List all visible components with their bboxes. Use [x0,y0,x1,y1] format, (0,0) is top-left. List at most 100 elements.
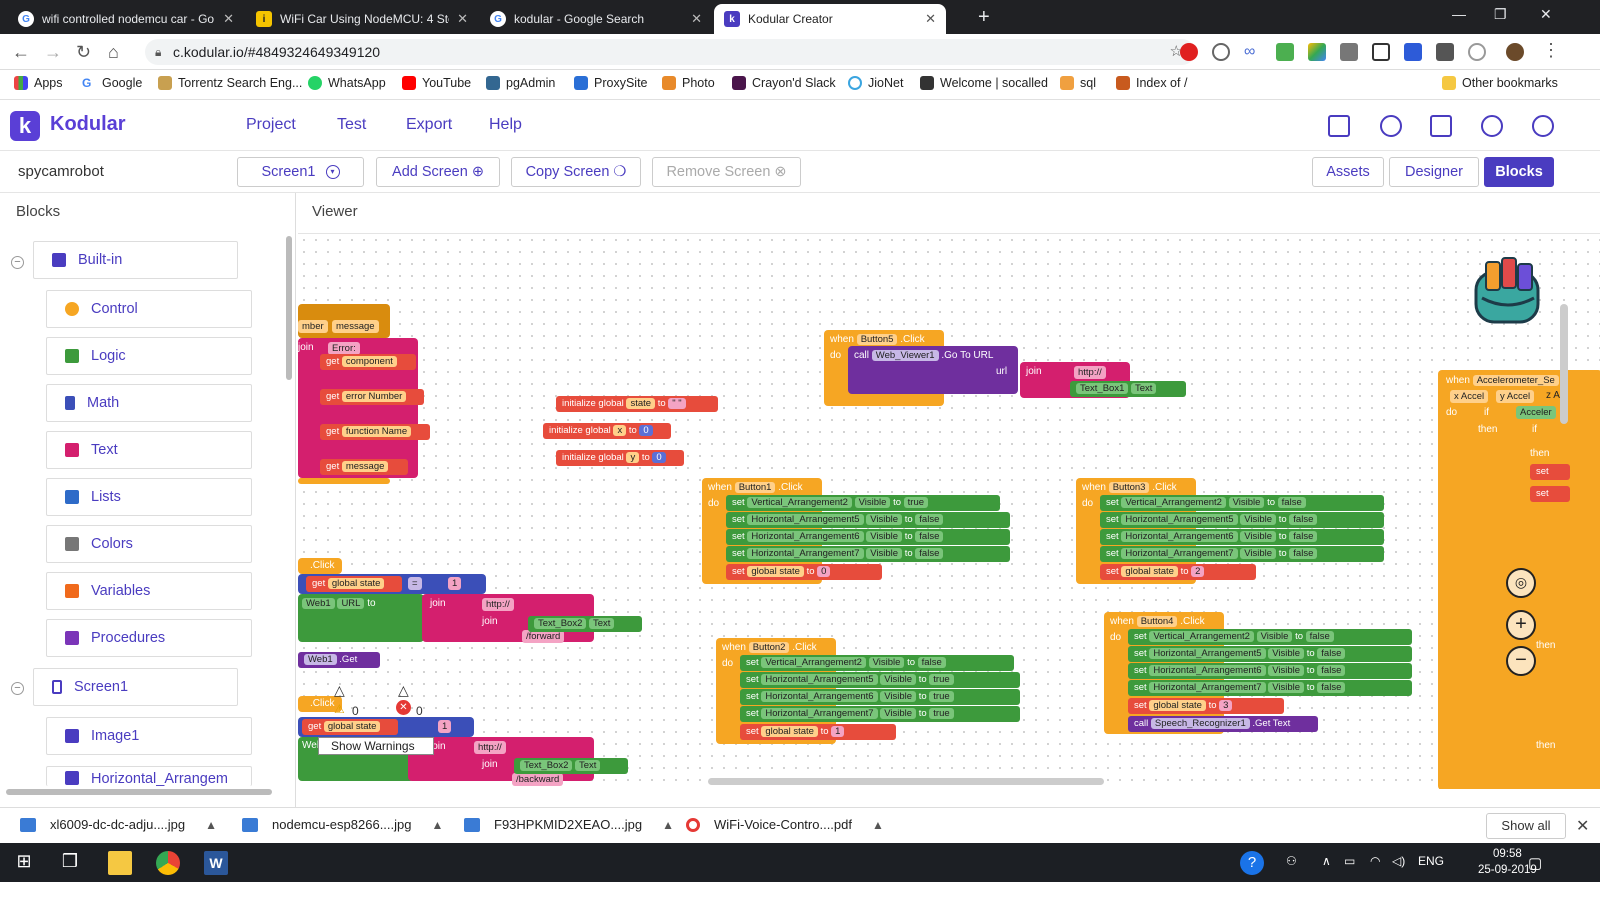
download-item[interactable]: nodemcu-esp8266....jpg ▲ [242,817,443,832]
extension-icon[interactable] [1404,43,1422,61]
people-icon[interactable]: ⚇ [1286,854,1297,868]
tree-lists[interactable]: Lists [46,478,252,516]
text-block[interactable] [326,372,362,388]
init-global-x-block[interactable]: initialize global x to 0 [543,423,671,439]
menu-help[interactable]: Help [489,116,522,134]
panel-vertical-scrollbar[interactable] [286,236,292,380]
other-bookmarks[interactable]: Other bookmarks [1442,76,1558,90]
set-visible-block[interactable]: set Horizontal_Arrangement5 Visible to f… [726,512,1010,528]
chevron-up-icon[interactable]: ∧ [1322,854,1331,868]
get-component-block[interactable]: get component [320,354,416,370]
download-item[interactable]: xl6009-dc-dc-adju....jpg ▲ [20,817,217,832]
set-web1-url-block[interactable]: Web1 URL to [298,594,424,642]
bookmark-pgadmin[interactable]: pgAdmin [486,76,555,90]
bookmark-apps[interactable]: Apps [14,76,63,90]
extension-icon[interactable] [1212,43,1230,61]
bookmark-jionet[interactable]: JioNet [848,76,903,90]
tree-horizontal-arrangement[interactable]: Horizontal_Arrangem [46,766,252,786]
tab-google-search-nodemcu[interactable]: G wifi controlled nodemcu car - Go ✕ [8,4,244,34]
set-visible-block[interactable]: set Vertical_Arrangement2 Visible to fal… [1128,629,1412,645]
bookmark-whatsapp[interactable]: WhatsApp [308,76,386,90]
tree-image1[interactable]: Image1 [46,717,252,755]
designer-button[interactable]: Designer [1389,157,1479,187]
textbox2-text-block[interactable]: Text_Box2 Text [528,616,642,632]
notifications-icon[interactable]: ▢ [1528,854,1542,872]
home-icon[interactable]: ⌂ [108,42,119,63]
url-bar[interactable]: 🔒︎ c.kodular.io/#4849324649349120 ☆ [145,39,1195,65]
set-global-state-block[interactable]: set global state to 3 [1128,698,1284,714]
set-visible-block[interactable]: set Vertical_Arrangement2 Visible to tru… [726,495,1000,511]
get-message-block[interactable]: get message [320,459,408,475]
avatar[interactable] [1506,43,1524,61]
backpack-icon[interactable] [1468,254,1548,330]
download-item[interactable]: F93HPKMID2XEAO....jpg ▲ [464,817,674,832]
account-icon[interactable] [1532,115,1554,137]
menu-export[interactable]: Export [406,116,452,134]
word-icon[interactable]: W [204,851,228,875]
tree-screen1[interactable]: Screen1 [33,668,238,706]
set-visible-block[interactable]: set Vertical_Arrangement2 Visible to fal… [740,655,1014,671]
extension-icon[interactable] [1468,43,1486,61]
tree-variables[interactable]: Variables [46,572,252,610]
bookmark-youtube[interactable]: YouTube [402,76,471,90]
download-item[interactable]: WiFi-Voice-Contro....pdf ▲ [686,817,884,832]
init-global-state-block[interactable]: initialize global state to " " [556,396,718,412]
set-visible-block[interactable]: set Horizontal_Arrangement6 Visible to t… [740,689,1020,705]
copy-screen-button[interactable]: Copy Screen ❍ [511,157,641,187]
show-warnings-tooltip[interactable]: Show Warnings [318,737,434,755]
chevron-up-icon[interactable]: ▲ [662,818,674,832]
infinity-icon[interactable]: ∞ [1244,43,1262,61]
help-icon[interactable]: ? [1240,851,1264,875]
zoom-out-icon[interactable]: − [1506,646,1536,676]
screen-select-button[interactable]: Screen1 ▾ [237,157,364,187]
tree-math[interactable]: Math [46,384,252,422]
call-web1-get-block[interactable]: Web1 .Get [298,652,380,668]
collapse-icon[interactable]: − [11,682,24,695]
set-visible-block[interactable]: set Horizontal_Arrangement6 Visible to f… [726,529,1010,545]
forward-icon[interactable]: → [44,42,62,63]
compare-block[interactable]: get global state 1 [298,717,474,737]
textbox1-text-block[interactable]: Text_Box1 Text [1070,381,1186,397]
call-webviewer-gotourl-block[interactable]: call Web_Viewer1 .Go To URL url [848,346,1018,394]
set-visible-block[interactable]: set Horizontal_Arrangement7 Visible to t… [740,706,1020,722]
call-speech-gettext-block[interactable]: call Speech_Recognizer1 .Get Text [1128,716,1318,732]
add-screen-button[interactable]: Add Screen ⊕ [376,157,500,187]
tree-builtin[interactable]: Built-in [33,241,238,279]
close-icon[interactable]: ✕ [925,11,936,27]
get-function-name-block[interactable]: get function Name [320,424,430,440]
dollar-icon[interactable] [1481,115,1503,137]
set-visible-block[interactable]: set Horizontal_Arrangement7 Visible to f… [1100,546,1384,562]
set-visible-block[interactable]: set Horizontal_Arrangement6 Visible to f… [1100,529,1384,545]
window-close-icon[interactable]: ✕ [1540,6,1552,23]
task-view-icon[interactable]: ❒ [58,851,82,875]
text-block[interactable] [326,442,362,458]
library-icon[interactable] [1430,115,1452,137]
bookmark-torrentz[interactable]: Torrentz Search Eng... [158,76,302,90]
palette-icon[interactable] [1380,115,1402,137]
warnings-up-arrow-icon[interactable]: △ [334,682,345,699]
error-event-block[interactable]: mber message [298,304,390,338]
language-indicator[interactable]: ENG [1418,854,1444,868]
tree-logic[interactable]: Logic [46,337,252,375]
chevron-up-icon[interactable]: ▲ [431,818,443,832]
menu-icon[interactable]: ⋮ [1542,40,1560,61]
file-explorer-icon[interactable] [108,851,132,875]
zoom-in-icon[interactable]: + [1506,610,1536,640]
workspace-horizontal-scrollbar[interactable] [708,778,1104,785]
kodular-logo-icon[interactable]: k [10,111,40,141]
maximize-icon[interactable]: ❐ [1494,6,1507,23]
new-tab-icon[interactable]: + [978,6,990,29]
bookmark-google[interactable]: G Google [82,76,142,90]
bookmark-slack[interactable]: Crayon'd Slack [732,76,836,90]
bookmark-index[interactable]: Index of / [1116,76,1187,90]
chrome-icon[interactable] [156,851,180,875]
cast-icon[interactable] [1372,43,1390,61]
compare-block[interactable]: get global state = 1 [298,574,486,594]
bookmark-proxysite[interactable]: ProxySite [574,76,648,90]
folder-icon[interactable] [1328,115,1350,137]
panel-horizontal-scrollbar[interactable] [6,789,272,795]
errors-up-arrow-icon[interactable]: △ [398,682,409,699]
tree-colors[interactable]: Colors [46,525,252,563]
menu-test[interactable]: Test [337,116,366,134]
reload-icon[interactable]: ↻ [76,42,91,63]
